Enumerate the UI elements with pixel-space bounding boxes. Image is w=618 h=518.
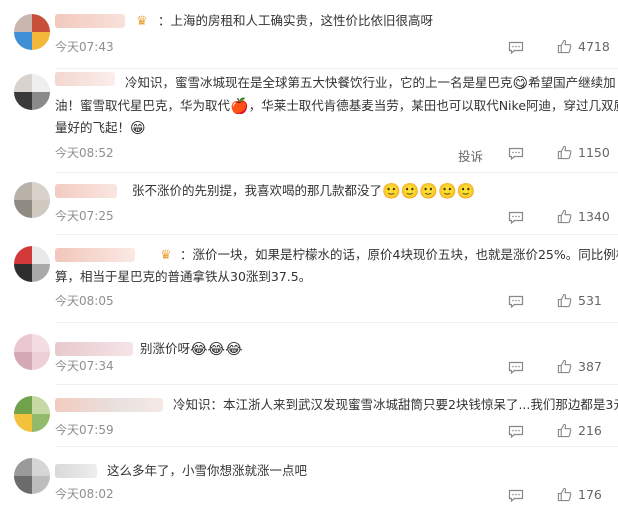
thumbs-up-icon: [557, 209, 572, 224]
comment-item: 冷知识，蜜雪冰城现在是全球第五大快餐饮行业，它的上一名是星巴克😋希望国产继续加 …: [0, 68, 618, 172]
comment-text: 张不涨价的先别提，我喜欢喝的那几款都没了🙂🙂🙂🙂🙂: [132, 180, 475, 202]
apple-emoji: 🍎: [230, 97, 249, 115]
like-count: 1150: [578, 145, 610, 160]
comment-time: 今天08:05: [55, 294, 114, 308]
grin-emoji: 😁: [130, 119, 146, 137]
comment-line: ：涨价一块，如果是柠檬水的话，原价4块现价五块，也就是涨价25%。同比例核: [180, 247, 618, 262]
avatar[interactable]: [14, 14, 50, 50]
comment-item: ♛ ：涨价一块，如果是柠檬水的话，原价4块现价五块，也就是涨价25%。同比例核 …: [0, 234, 618, 322]
comment-item: ♛ ：上海的房租和人工确实贵，这性价比依旧很高呀 今天07:43 4718: [0, 0, 618, 68]
comment-text: 冷知识，蜜雪冰城现在是全球第五大快餐饮行业，它的上一名是星巴克😋希望国产继续加: [125, 72, 616, 94]
comment-text: 油！蜜雪取代星巴克，华为取代🍎，华莱士取代肯德基麦当劳，某田也可以取代Nike阿…: [55, 95, 618, 117]
comment-text: 算，相当于星巴克的普通拿铁从30涨到37.5。: [55, 266, 311, 288]
grin-emoji: 😋: [512, 74, 529, 92]
username-blurred[interactable]: [55, 398, 163, 412]
comment-text: 这么多年了，小雪你想涨就涨一点吧: [107, 460, 307, 482]
comment-reply-icon[interactable]: [508, 361, 524, 374]
comment-line: 这么多年了，小雪你想涨就涨一点吧: [107, 463, 308, 478]
thumbs-up-icon: [557, 423, 572, 438]
comment-reply-icon[interactable]: [508, 147, 524, 160]
comment-line: 算，相当于星巴克的普通拿铁从30涨到37.5。: [55, 269, 312, 284]
comment-line: 冷知识，蜜雪冰城现在是全球第五大快餐饮行业，它的上一名是星巴克: [125, 75, 513, 90]
comment-line: 张不涨价的先别提，我喜欢喝的那几款都没了: [132, 183, 383, 198]
thumbs-up-icon: [557, 359, 572, 374]
report-button[interactable]: 投诉: [458, 146, 483, 165]
comment-item: 冷知识：本江浙人来到武汉发现蜜雪冰城甜筒只要2块钱惊呆了...我们那边都是3元 …: [0, 384, 618, 446]
like-button[interactable]: 1340: [557, 209, 610, 224]
like-count: 4718: [578, 39, 610, 54]
comment-line: ：上海的房租和人工确实贵，这性价比依旧很高呀: [158, 13, 434, 28]
like-button[interactable]: 4718: [557, 39, 610, 54]
comment-text: ：上海的房租和人工确实贵，这性价比依旧很高呀: [158, 10, 433, 32]
comment-line: 冷知识：本江浙人来到武汉发现蜜雪冰城甜筒只要2块钱惊呆了...我们那边都是3元: [173, 397, 618, 412]
username-blurred[interactable]: [55, 248, 135, 262]
like-count: 387: [578, 359, 602, 374]
comment-item: 张不涨价的先别提，我喜欢喝的那几款都没了🙂🙂🙂🙂🙂 今天07:25 1340: [0, 172, 618, 234]
comment-reply-icon[interactable]: [508, 295, 524, 308]
like-button[interactable]: 531: [557, 293, 602, 308]
like-button[interactable]: 176: [557, 487, 602, 502]
comment-reply-icon[interactable]: [508, 41, 524, 54]
like-count: 531: [578, 293, 602, 308]
like-count: 1340: [578, 209, 610, 224]
comment-reply-icon[interactable]: [508, 425, 524, 438]
crown-badge-icon: ♛: [136, 14, 148, 29]
smile-emoji: 🙂🙂🙂🙂🙂: [382, 182, 476, 200]
comment-text: ：涨价一块，如果是柠檬水的话，原价4块现价五块，也就是涨价25%。同比例核: [180, 244, 618, 266]
username-blurred[interactable]: [55, 184, 117, 198]
avatar[interactable]: [14, 334, 50, 370]
username-blurred[interactable]: [55, 342, 133, 356]
comment-item: 别涨价呀😂😂😂 今天07:34 387: [0, 322, 618, 384]
like-button[interactable]: 216: [557, 423, 602, 438]
comment-time: 今天07:59: [55, 423, 114, 437]
like-count: 176: [578, 487, 602, 502]
like-button[interactable]: 1150: [557, 145, 610, 160]
username-blurred[interactable]: [55, 14, 125, 28]
username-blurred[interactable]: [55, 464, 97, 478]
thumbs-up-icon: [557, 487, 572, 502]
like-button[interactable]: 387: [557, 359, 602, 374]
comment-reply-icon[interactable]: [508, 211, 524, 224]
comment-text: 别涨价呀😂😂😂: [140, 338, 243, 360]
comment-line: 量好的飞起！: [55, 120, 131, 135]
comment-time: 今天07:34: [55, 359, 114, 373]
avatar[interactable]: [14, 246, 50, 282]
username-blurred[interactable]: [55, 72, 115, 86]
comment-line: 希望国产继续加: [528, 75, 616, 90]
comment-item: 这么多年了，小雪你想涨就涨一点吧 今天08:02 176: [0, 446, 618, 518]
like-count: 216: [578, 423, 602, 438]
thumbs-up-icon: [557, 293, 572, 308]
comment-line: 油！蜜雪取代星巴克，华为取代: [55, 98, 231, 113]
avatar[interactable]: [14, 458, 50, 494]
avatar[interactable]: [14, 396, 50, 432]
comment-line: 别涨价呀: [140, 341, 191, 356]
crown-badge-icon: ♛: [160, 248, 172, 263]
comment-reply-icon[interactable]: [508, 489, 524, 502]
thumbs-up-icon: [557, 39, 572, 54]
comment-time: 今天07:43: [55, 40, 114, 54]
thumbs-up-icon: [557, 145, 572, 160]
laugh-cry-emoji: 😂😂😂: [190, 340, 243, 358]
avatar[interactable]: [14, 74, 50, 110]
comment-text: 量好的飞起！😁: [55, 117, 146, 139]
comment-line: ，华莱士取代肯德基麦当劳，某田也可以取代Nike阿迪，穿过几双质: [248, 98, 618, 113]
comment-time: 今天08:02: [55, 487, 114, 501]
comment-time: 今天08:52: [55, 146, 114, 160]
comment-text: 冷知识：本江浙人来到武汉发现蜜雪冰城甜筒只要2块钱惊呆了...我们那边都是3元: [173, 394, 618, 416]
comment-time: 今天07:25: [55, 209, 114, 223]
avatar[interactable]: [14, 182, 50, 218]
